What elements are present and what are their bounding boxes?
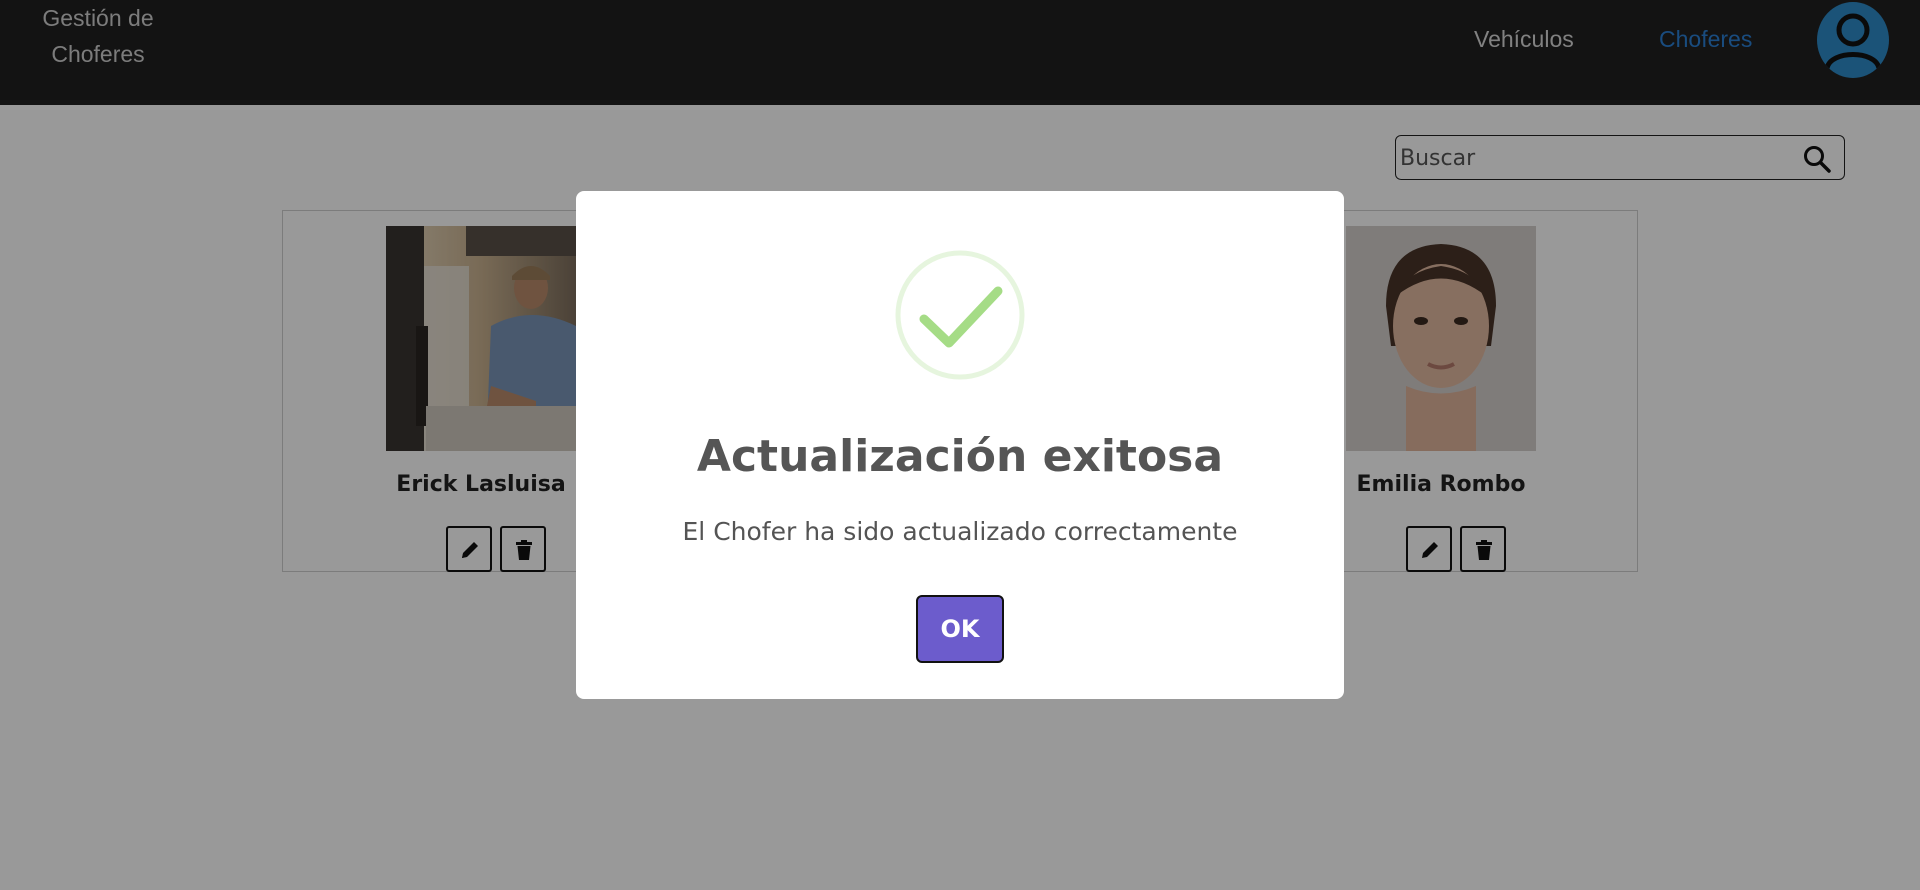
success-check-icon xyxy=(894,249,1026,381)
dialog-message: El Chofer ha sido actualizado correctame… xyxy=(682,517,1238,546)
dialog-title: Actualización exitosa xyxy=(696,431,1224,482)
success-dialog: Actualización exitosa El Chofer ha sido … xyxy=(576,191,1344,699)
ok-button[interactable]: OK xyxy=(916,595,1004,663)
